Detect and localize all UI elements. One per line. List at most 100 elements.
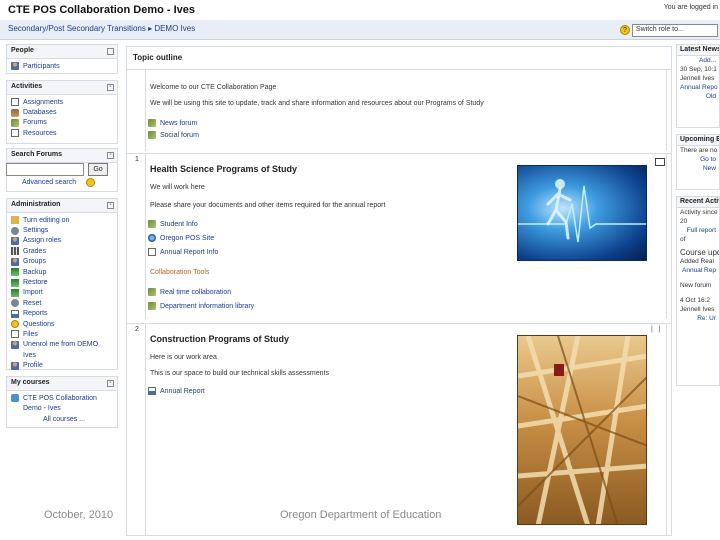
section-number: 2 bbox=[135, 326, 139, 333]
student-info-link[interactable]: Student Info bbox=[148, 220, 198, 228]
admin-reset[interactable]: Reset bbox=[11, 298, 113, 308]
library-icon bbox=[148, 302, 156, 310]
block-collapse-icon[interactable]: - bbox=[107, 84, 114, 91]
new-forum-posts-heading: New forum bbox=[680, 282, 712, 289]
help-icon[interactable] bbox=[86, 178, 95, 187]
block-hide-icon[interactable] bbox=[107, 48, 114, 55]
admin-backup[interactable]: Backup bbox=[11, 267, 113, 277]
block-collapse-icon[interactable]: - bbox=[107, 380, 114, 387]
database-icon bbox=[11, 108, 19, 117]
go-button[interactable]: Go bbox=[88, 163, 108, 176]
wood-framing-illustration bbox=[518, 336, 646, 524]
post-link[interactable]: Re: Ur bbox=[677, 314, 719, 323]
edit-icon bbox=[11, 216, 19, 225]
activity-databases[interactable]: Databases bbox=[11, 107, 113, 117]
all-courses-link[interactable]: All courses ... bbox=[7, 416, 117, 423]
activity-since: Activity since bbox=[680, 209, 718, 216]
new-event-link[interactable]: New bbox=[677, 164, 719, 173]
admin-grades[interactable]: Grades bbox=[11, 246, 113, 256]
purpose-text: We will be using this site to update, tr… bbox=[150, 100, 484, 107]
logged-in-status: You are logged in bbox=[663, 4, 718, 11]
real-time-collaboration-link[interactable]: Real time collaboration bbox=[148, 288, 231, 296]
admin-files[interactable]: Files bbox=[11, 329, 113, 339]
footer-organization: Oregon Department of Education bbox=[280, 509, 442, 521]
advanced-search-link[interactable]: Advanced search bbox=[22, 179, 76, 186]
forum-icon bbox=[148, 131, 156, 139]
no-events-text: There are no bbox=[680, 147, 718, 154]
section-0-body: Welcome to our CTE Collaboration Page We… bbox=[145, 70, 667, 151]
department-library-link[interactable]: Department information library bbox=[148, 302, 254, 310]
activity-since-date: 20 bbox=[680, 218, 688, 225]
collaboration-icon bbox=[148, 288, 156, 296]
activity-assignments[interactable]: Assignments bbox=[11, 97, 113, 107]
switch-role-select[interactable]: Switch role to... bbox=[632, 24, 718, 37]
reset-icon bbox=[11, 299, 19, 308]
activity-forums[interactable]: Forums bbox=[11, 118, 113, 128]
news-item-link[interactable]: Annual Repo bbox=[677, 83, 719, 92]
admin-groups[interactable]: Groups bbox=[11, 257, 113, 267]
course-link[interactable]: CTE POS Collaboration bbox=[11, 393, 113, 403]
latest-news-block: Latest News Add... 30 Sep, 10:1 Jennell … bbox=[676, 44, 720, 128]
add-news-link[interactable]: Add... bbox=[677, 56, 719, 65]
questions-icon bbox=[11, 320, 19, 329]
forum-icon bbox=[148, 119, 156, 127]
admin-assign-roles[interactable]: Assign roles bbox=[11, 236, 113, 246]
administration-block: Administration - Turn editing on Settings… bbox=[6, 198, 118, 370]
people-block: People Participants bbox=[6, 44, 118, 74]
administration-title: Administration - bbox=[7, 199, 117, 213]
resource-icon bbox=[11, 129, 19, 138]
full-report-link[interactable]: Full report bbox=[677, 226, 719, 235]
activities-block: Activities - Assignments Databases Forums… bbox=[6, 80, 118, 144]
annual-report-info-link[interactable]: Annual Report Info bbox=[148, 248, 218, 256]
go-to-calendar-link[interactable]: Go to bbox=[677, 155, 719, 164]
report-icon bbox=[148, 387, 156, 395]
social-forum-link[interactable]: Social forum bbox=[148, 131, 199, 139]
admin-questions[interactable]: Questions bbox=[11, 319, 113, 329]
groups-icon bbox=[11, 257, 19, 266]
section-0: Welcome to our CTE Collaboration Page We… bbox=[127, 69, 671, 151]
post-author: Jennell Ives bbox=[680, 306, 715, 313]
breadcrumb[interactable]: Secondary/Post Secondary Transitions ▸ D… bbox=[8, 24, 195, 33]
admin-unenrol-name[interactable]: Ives bbox=[11, 350, 113, 360]
annual-report-link[interactable]: Annual Report bbox=[148, 387, 205, 395]
my-courses-block: My courses - CTE POS Collaboration Demo -… bbox=[6, 376, 118, 428]
news-forum-link[interactable]: News forum bbox=[148, 119, 197, 127]
course-link-line2[interactable]: Demo - Ives bbox=[11, 403, 113, 413]
admin-turn-editing-on[interactable]: Turn editing on bbox=[11, 215, 113, 225]
forum-icon bbox=[11, 118, 19, 127]
admin-unenrol[interactable]: Unenrol me from DEMO bbox=[11, 340, 113, 350]
admin-profile[interactable]: Profile bbox=[11, 360, 113, 370]
document-icon bbox=[148, 220, 156, 228]
block-collapse-icon[interactable]: - bbox=[107, 202, 114, 209]
admin-reports[interactable]: Reports bbox=[11, 309, 113, 319]
admin-import[interactable]: Import bbox=[11, 288, 113, 298]
grades-icon bbox=[11, 247, 19, 256]
section-title: Health Science Programs of Study bbox=[150, 164, 298, 174]
topic-outline-heading: Topic outline bbox=[133, 53, 183, 62]
activity-resources[interactable]: Resources bbox=[11, 128, 113, 138]
admin-restore[interactable]: Restore bbox=[11, 277, 113, 287]
highlight-section-icon[interactable] bbox=[655, 158, 665, 166]
construction-image bbox=[517, 335, 647, 525]
course-icon bbox=[11, 394, 19, 403]
block-collapse-icon[interactable]: - bbox=[107, 152, 114, 159]
section-text: Here is our work area bbox=[150, 354, 217, 361]
reports-icon bbox=[11, 309, 19, 318]
document-icon bbox=[148, 248, 156, 256]
news-date: 30 Sep, 10:1 bbox=[680, 66, 717, 73]
upcoming-events-block: Upcoming Events There are no Go to New bbox=[676, 134, 720, 190]
participants-icon bbox=[11, 62, 19, 71]
older-topics-link[interactable]: Old bbox=[677, 92, 719, 101]
admin-settings[interactable]: Settings bbox=[11, 225, 113, 235]
help-icon[interactable]: ? bbox=[620, 25, 630, 35]
activity-link[interactable]: Annual Rep bbox=[677, 266, 719, 275]
search-input[interactable] bbox=[6, 163, 84, 176]
section-controls-icon[interactable]: | | bbox=[651, 326, 663, 333]
participants-link[interactable]: Participants bbox=[11, 61, 113, 71]
search-forums-title: Search Forums - bbox=[7, 149, 117, 163]
activity-text: Added Real bbox=[680, 258, 714, 265]
oregon-pos-site-link[interactable]: Oregon POS Site bbox=[148, 234, 214, 242]
course-main-content: Topic outline Welcome to our CTE Collabo… bbox=[126, 46, 672, 536]
people-block-title: People bbox=[7, 45, 117, 59]
section-text: We will work here bbox=[150, 184, 205, 191]
